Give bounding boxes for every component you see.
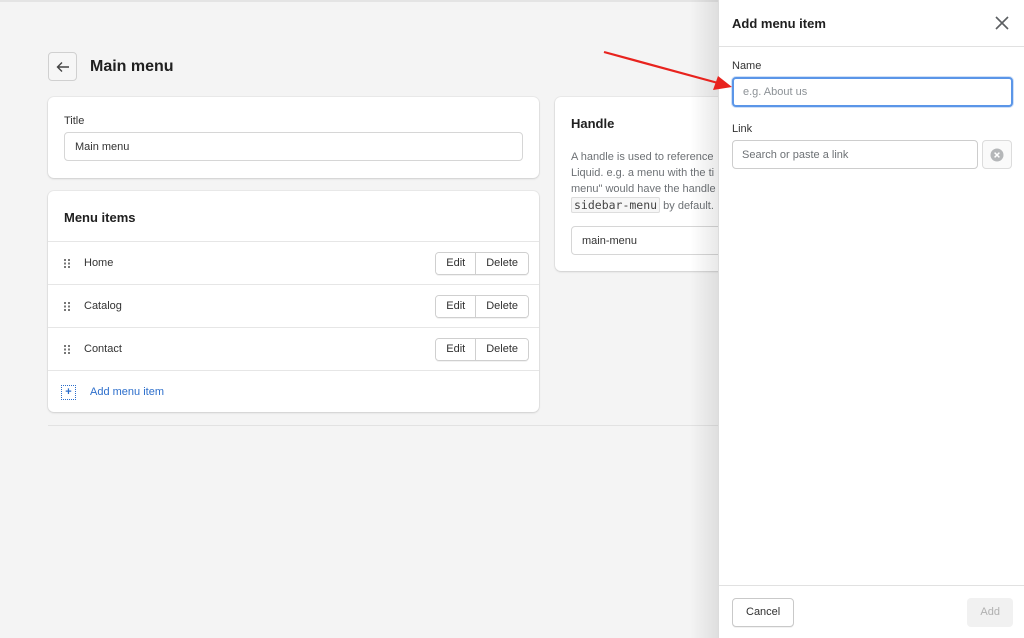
handle-code-sample: sidebar-menu	[571, 197, 661, 213]
cancel-button[interactable]: Cancel	[732, 597, 795, 627]
name-input[interactable]	[732, 77, 1013, 107]
panel-shadow	[690, 0, 719, 638]
page-title: Main menu	[90, 57, 174, 75]
menu-item-label: Contact	[84, 343, 122, 355]
panel-header: Add menu item	[719, 0, 1024, 47]
delete-button[interactable]: Delete	[475, 338, 528, 360]
page-header: Main menu	[48, 52, 174, 81]
panel-body: Name Link	[719, 47, 1024, 169]
add-button[interactable]: Add	[967, 597, 1013, 627]
add-menu-item-label: Add menu item	[90, 386, 164, 398]
close-button[interactable]	[992, 13, 1012, 33]
link-row	[732, 140, 1012, 169]
drag-handle-icon[interactable]	[64, 301, 72, 311]
menu-items-heading: Menu items	[48, 191, 539, 242]
back-button[interactable]	[48, 52, 77, 81]
title-input[interactable]: Main menu	[64, 132, 523, 161]
menu-item-row: Catalog Edit Delete	[48, 285, 539, 328]
menu-item-label: Home	[84, 257, 114, 269]
edit-button[interactable]: Edit	[436, 338, 476, 360]
arrow-left-icon	[56, 61, 69, 72]
clear-circle-icon	[990, 148, 1004, 161]
item-actions: Edit Delete	[435, 251, 529, 275]
delete-button[interactable]: Delete	[475, 295, 528, 317]
menu-items-card: Menu items Home Edit Delete Catalog Edit…	[48, 191, 539, 412]
edit-button[interactable]: Edit	[436, 295, 476, 317]
name-label: Name	[732, 60, 762, 72]
edit-button[interactable]: Edit	[436, 252, 476, 274]
add-menu-item-panel: Add menu item Name Link Cancel Add	[718, 0, 1024, 638]
add-menu-item-link[interactable]: + Add menu item	[48, 371, 539, 413]
title-label: Title	[64, 115, 85, 127]
page-divider	[48, 425, 728, 426]
link-label: Link	[732, 123, 753, 135]
item-actions: Edit Delete	[435, 294, 529, 318]
delete-button[interactable]: Delete	[475, 252, 528, 274]
panel-title: Add menu item	[732, 15, 826, 31]
menu-item-row: Contact Edit Delete	[48, 328, 539, 371]
clear-link-button[interactable]	[982, 140, 1012, 169]
menu-item-row: Home Edit Delete	[48, 242, 539, 285]
drag-handle-icon[interactable]	[64, 258, 72, 268]
panel-footer: Cancel Add	[719, 585, 1024, 638]
title-card: Title Main menu	[48, 97, 539, 178]
item-actions: Edit Delete	[435, 337, 529, 361]
add-plus-icon: +	[61, 384, 76, 400]
link-input[interactable]	[732, 140, 978, 169]
menu-item-label: Catalog	[84, 300, 122, 312]
drag-handle-icon[interactable]	[64, 344, 72, 354]
close-icon	[995, 16, 1009, 30]
